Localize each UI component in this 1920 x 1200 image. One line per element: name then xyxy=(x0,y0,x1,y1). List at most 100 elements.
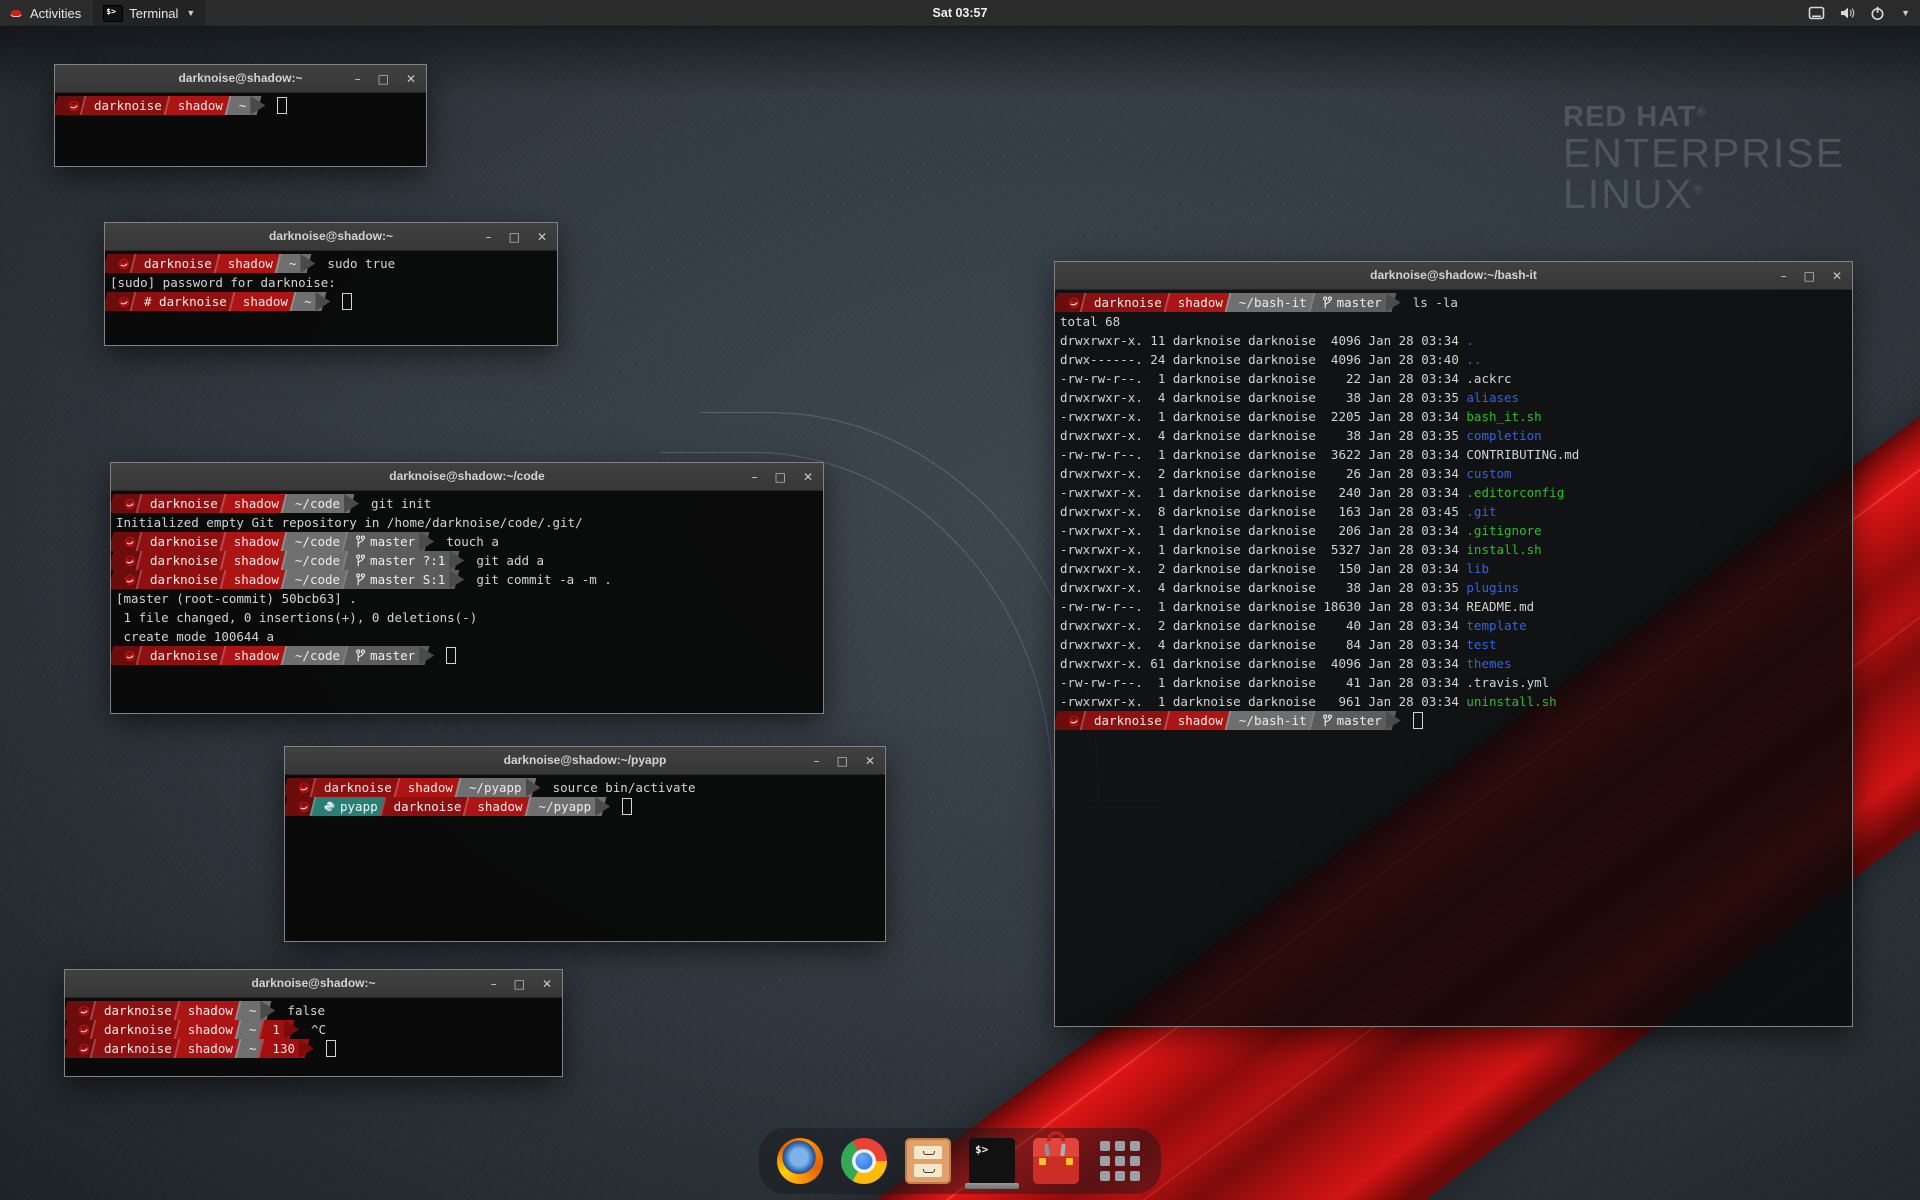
terminal-content[interactable]: darknoiseshadow~falsedarknoiseshadow~1^C… xyxy=(65,998,562,1076)
prompt-segment-host: shadow xyxy=(1170,711,1231,730)
chevron-down-icon: ▼ xyxy=(186,8,195,18)
file-attributes: -rw-rw-r--. 1 darknoise darknoise 3622 J… xyxy=(1060,447,1466,462)
titlebar[interactable]: darknoise@shadow:~–□✕ xyxy=(105,223,557,251)
file-name: bash_it.sh xyxy=(1466,409,1541,424)
terminal-content[interactable]: darknoiseshadow~/bash-itmasterls -latota… xyxy=(1055,290,1852,1026)
minimize-button[interactable]: – xyxy=(1781,270,1787,282)
prompt-segment-branch: master S:1 xyxy=(348,570,453,589)
close-button[interactable]: ✕ xyxy=(406,73,416,85)
terminal-window-sudo[interactable]: darknoise@shadow:~–□✕darknoiseshadow~sud… xyxy=(104,222,558,346)
terminal-cursor[interactable] xyxy=(326,1040,336,1057)
window-title: darknoise@shadow:~ xyxy=(65,970,562,997)
prompt-segment-host: shadow xyxy=(226,494,287,513)
terminal-cursor[interactable] xyxy=(277,97,287,114)
close-button[interactable]: ✕ xyxy=(537,231,547,243)
terminal-content[interactable]: darknoiseshadow~sudo true[sudo] password… xyxy=(105,251,557,345)
file-name: template xyxy=(1466,618,1526,633)
redhat-prompt-icon xyxy=(124,536,136,548)
software-toolbox-icon[interactable] xyxy=(1033,1138,1079,1184)
firefox-icon[interactable] xyxy=(777,1138,823,1184)
terminal-content[interactable]: darknoiseshadow~/pyappsource bin/activat… xyxy=(285,775,885,941)
terminal-icon[interactable]: $> xyxy=(969,1138,1015,1184)
minimize-button[interactable]: – xyxy=(486,231,492,243)
file-name: plugins xyxy=(1466,580,1519,595)
file-name: completion xyxy=(1466,428,1541,443)
file-attributes: -rw-rw-r--. 1 darknoise darknoise 41 Jan… xyxy=(1060,675,1466,690)
terminal-line: darknoiseshadow~ xyxy=(59,96,426,115)
minimize-button[interactable]: – xyxy=(491,978,497,990)
power-icon[interactable] xyxy=(1870,6,1885,21)
redhat-prompt-icon xyxy=(118,258,130,270)
terminal-line: -rw-rw-r--. 1 darknoise darknoise 3622 J… xyxy=(1059,445,1852,464)
terminal-line: darknoiseshadow~/bash-itmasterls -la xyxy=(1059,293,1852,312)
terminal-cursor[interactable] xyxy=(1413,712,1423,729)
terminal-window-code[interactable]: darknoise@shadow:~/code– □ ✕ darknoiseshado… xyxy=(110,462,824,714)
terminal-content[interactable]: darknoiseshadow~/codegit initInitialized… xyxy=(111,491,823,713)
chevron-down-icon[interactable]: ▼ xyxy=(1901,8,1910,18)
close-button[interactable]: ✕ xyxy=(1832,270,1842,282)
prompt-arrow xyxy=(264,1001,277,1020)
prompt-segment-user: # darknoise xyxy=(136,292,235,311)
redhat-prompt-icon xyxy=(78,1024,90,1036)
maximize-button[interactable]: □ xyxy=(509,231,520,243)
file-name: test xyxy=(1466,637,1496,652)
terminal-cursor[interactable] xyxy=(342,293,352,310)
titlebar[interactable]: darknoise@shadow:~/bash-it–□✕ xyxy=(1055,262,1852,290)
app-grid-icon[interactable] xyxy=(1097,1138,1143,1184)
close-button[interactable]: ✕ xyxy=(803,471,813,483)
terminal-window-bashit[interactable]: darknoise@shadow:~/bash-it–□✕darknoisesh… xyxy=(1054,261,1853,1027)
file-attributes: drwxrwxr-x. 8 darknoise darknoise 163 Ja… xyxy=(1060,504,1466,519)
volume-icon[interactable] xyxy=(1839,6,1856,20)
chrome-icon[interactable] xyxy=(841,1138,887,1184)
file-name: install.sh xyxy=(1466,542,1541,557)
titlebar[interactable]: darknoise@shadow:~/code– □ ✕ xyxy=(111,463,823,491)
minimize-button[interactable]: – xyxy=(752,471,758,483)
terminal-window-exitcodes[interactable]: darknoise@shadow:~– □ ✕ darknoiseshadow~fal… xyxy=(64,969,563,1077)
files-icon[interactable] xyxy=(905,1138,951,1184)
terminal-cursor[interactable] xyxy=(446,647,456,664)
rhel-branding: RED HAT® ENTERPRISE LINUX® xyxy=(1563,103,1845,216)
close-button[interactable]: ✕ xyxy=(865,755,875,767)
close-button[interactable]: ✕ xyxy=(542,978,552,990)
titlebar[interactable]: darknoise@shadow:~/pyapp–□✕ xyxy=(285,747,885,775)
clock[interactable]: Sat 03:57 xyxy=(933,6,988,20)
window-title: darknoise@shadow:~/code xyxy=(111,463,823,490)
system-status-area[interactable]: ▼ xyxy=(1808,0,1914,26)
terminal-content[interactable]: darknoiseshadow~ xyxy=(55,93,426,166)
maximize-button[interactable]: □ xyxy=(378,73,389,85)
maximize-button[interactable]: □ xyxy=(837,755,848,767)
brand-line3: LINUX xyxy=(1563,171,1694,217)
maximize-button[interactable]: □ xyxy=(775,471,786,483)
redhat-prompt-icon xyxy=(124,650,136,662)
prompt-arrow xyxy=(423,532,436,551)
prompt-segment-host: shadow xyxy=(226,532,287,551)
terminal-window-pyapp[interactable]: darknoise@shadow:~/pyapp–□✕darknoiseshad… xyxy=(284,746,886,942)
git-branch-icon xyxy=(356,535,365,548)
display-icon[interactable] xyxy=(1808,6,1825,20)
terminal-line: Initialized empty Git repository in /hom… xyxy=(115,513,823,532)
dock: $> xyxy=(759,1128,1161,1194)
titlebar[interactable]: darknoise@shadow:~–□✕ xyxy=(55,65,426,93)
minimize-button[interactable]: – xyxy=(814,755,820,767)
activities-button[interactable]: Activities xyxy=(0,0,93,26)
prompt-segment-path: ~/pyapp xyxy=(531,797,600,816)
redhat-prompt-icon xyxy=(1068,297,1080,309)
minimize-button[interactable]: – xyxy=(355,73,361,85)
terminal-line: drwxrwxr-x. 4 darknoise darknoise 38 Jan… xyxy=(1059,578,1852,597)
terminal-line: -rw-rw-r--. 1 darknoise darknoise 18630 … xyxy=(1059,597,1852,616)
app-menu-terminal[interactable]: $> Terminal ▼ xyxy=(93,0,205,26)
terminal-line: drwxrwxr-x. 11 darknoise darknoise 4096 … xyxy=(1059,331,1852,350)
file-name: .gitignore xyxy=(1466,523,1541,538)
redhat-prompt-icon xyxy=(124,574,136,586)
terminal-window-home-1[interactable]: darknoise@shadow:~–□✕darknoiseshadow~ xyxy=(54,64,427,167)
maximize-button[interactable]: □ xyxy=(1804,270,1815,282)
file-attributes: drwxrwxr-x. 2 darknoise darknoise 150 Ja… xyxy=(1060,561,1466,576)
prompt-segment-branch: master xyxy=(1315,711,1390,730)
prompt-segment-host: shadow xyxy=(226,570,287,589)
prompt-segment-venv: pyapp xyxy=(316,797,386,816)
terminal-cursor[interactable] xyxy=(622,798,632,815)
terminal-line: darknoiseshadow~/codemaster S:1git commi… xyxy=(115,570,823,589)
maximize-button[interactable]: □ xyxy=(514,978,525,990)
titlebar[interactable]: darknoise@shadow:~– □ ✕ xyxy=(65,970,562,998)
terminal-icon: $> xyxy=(103,5,123,22)
